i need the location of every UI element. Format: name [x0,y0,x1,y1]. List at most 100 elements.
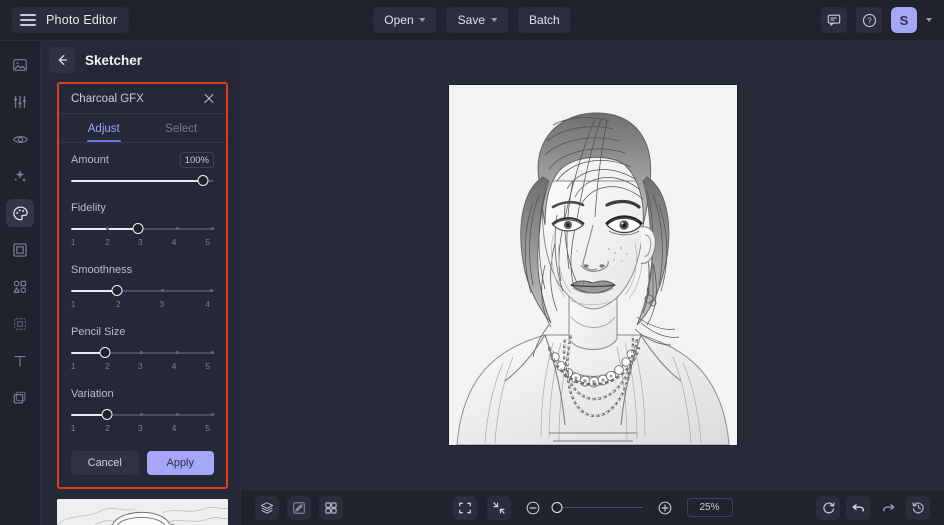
sidebar-item-text[interactable] [6,347,34,375]
preset-thumbnail-cowboy-sketch[interactable] [57,499,228,525]
tick-label: 2 [105,361,110,371]
tick-label: 3 [137,423,143,433]
open-label: Open [384,13,414,27]
sidebar-item-shapes[interactable] [6,273,34,301]
effect-tabs: Adjust Select [59,114,226,143]
compare-icon [293,501,305,514]
layers-icon [13,391,26,404]
slider-handle[interactable] [197,175,209,186]
fit-screen-button[interactable] [452,495,477,520]
cancel-button[interactable]: Cancel [71,451,139,475]
tick-label: 3 [159,299,165,309]
photo-editor-app: Photo Editor Open Save Batch ? S Sketche… [0,0,944,525]
slider-fidelity[interactable] [71,223,214,235]
effect-controls: Amount 100% Fidelity 1 2 3 4 5 Smoothnes… [59,143,226,435]
slider-handle[interactable] [111,285,123,296]
slider-variation[interactable] [71,409,214,421]
tick-label: 5 [205,423,210,433]
apply-label: Apply [166,457,195,469]
apply-button[interactable]: Apply [146,451,214,475]
sidebar-item-sketcher[interactable] [6,199,34,227]
open-button[interactable]: Open [373,7,437,33]
slider-smoothness[interactable] [71,285,214,297]
tool-rail [0,41,41,525]
slider-fill [71,290,116,292]
slider-handle[interactable] [101,409,113,420]
page-title: Sketcher [85,52,143,68]
slider-pencil-size-ticks: 1 2 3 4 5 [71,361,214,373]
slider-tick [210,289,214,292]
help-button[interactable]: ? [856,7,882,33]
close-icon[interactable] [202,92,216,106]
tab-adjust[interactable]: Adjust [65,114,143,142]
panel-header: Sketcher [41,41,240,79]
sidebar-item-image[interactable] [6,51,34,79]
control-smoothness: Smoothness 1 2 3 4 [71,261,214,311]
layers-button[interactable] [255,495,279,520]
slider-tick [211,351,214,354]
svg-text:?: ? [867,16,872,25]
slider-variation-ticks: 1 2 3 4 5 [71,423,214,435]
avatar-initial: S [899,12,909,28]
slider-amount[interactable] [71,175,214,187]
compare-button[interactable] [287,495,311,520]
grid-button[interactable] [319,495,343,520]
slider-tick [161,289,164,292]
redo-button[interactable] [876,496,900,520]
tick-label: 4 [171,237,177,247]
avatar[interactable]: S [891,7,917,33]
image-icon [13,59,27,71]
slider-tick [140,351,143,354]
zoom-slider[interactable] [551,501,643,513]
adjustments-icon [13,95,27,109]
effect-panel-column: Sketcher Charcoal GFX Adjust Select Amou… [41,41,241,525]
control-pencil-size-label: Pencil Size [71,326,126,338]
sidebar-item-crop[interactable] [6,310,34,338]
save-button[interactable]: Save [446,7,509,33]
artwork-canvas[interactable] [448,85,737,445]
effect-card-header: Charcoal GFX [59,84,226,114]
back-button[interactable] [49,47,75,73]
zoom-out-icon [526,501,539,514]
eye-icon [12,135,28,143]
effect-name: Charcoal GFX [71,92,144,105]
tick-label: 4 [171,423,177,433]
sidebar-item-frame[interactable] [6,236,34,264]
slider-handle[interactable] [99,347,111,358]
fit-screen-icon [458,502,471,513]
zoom-out-button[interactable] [521,496,545,520]
sidebar-item-adjustments[interactable] [6,88,34,116]
top-actions: Open Save Batch [373,7,571,33]
slider-handle[interactable] [132,223,144,234]
history-controls [816,495,930,520]
zoom-controls: 25% [452,495,733,520]
history-icon [911,502,924,514]
tab-select[interactable]: Select [143,114,221,142]
sidebar-item-preview[interactable] [6,125,34,153]
tab-select-label: Select [165,123,198,135]
zoom-level-value[interactable]: 25% [686,498,733,517]
control-smoothness-label: Smoothness [71,264,133,276]
app-title: Photo Editor [46,13,118,27]
undo-button[interactable] [846,495,870,520]
actual-size-button[interactable] [486,495,511,520]
sidebar-item-effects[interactable] [6,162,34,190]
tick-label: 4 [171,361,177,371]
batch-button[interactable]: Batch [518,7,571,33]
reset-button[interactable] [816,495,840,520]
zoom-slider-handle[interactable] [551,501,562,513]
feedback-button[interactable] [821,7,847,33]
preset-thumbnail-list [57,499,228,525]
tick-label: 4 [205,299,210,309]
help-icon: ? [862,13,876,27]
redo-icon [882,504,894,512]
feedback-icon [827,14,841,26]
history-button[interactable] [906,495,930,520]
app-menu-button[interactable]: Photo Editor [12,7,130,33]
account-chevron-down-icon[interactable] [926,18,932,22]
sidebar-item-layers[interactable] [6,384,34,412]
tick-label: 2 [115,299,121,309]
slider-pencil-size[interactable] [71,347,214,359]
zoom-in-button[interactable] [653,496,677,520]
canvas-area[interactable]: 25% [241,41,944,525]
